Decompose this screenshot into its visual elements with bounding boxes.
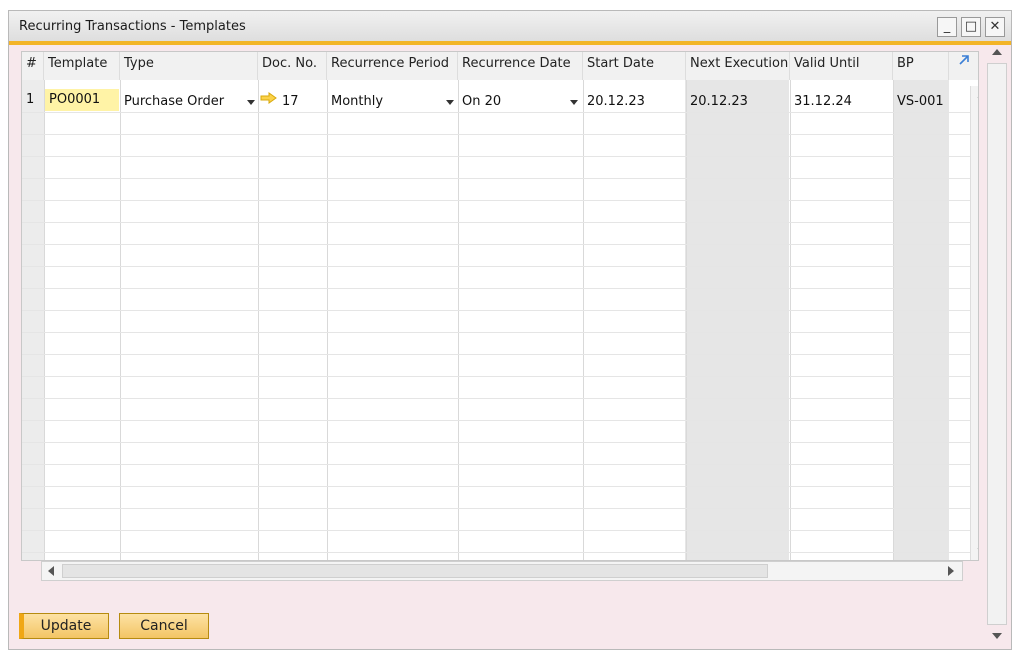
col-header-recurrence-period[interactable]: Recurrence Period — [327, 52, 458, 80]
grid-row-line — [22, 222, 978, 223]
horizontal-scrollbar[interactable] — [41, 561, 963, 581]
grid-row-line — [22, 244, 978, 245]
grid-row-line — [22, 156, 978, 157]
col-header-valid-until[interactable]: Valid Until — [790, 52, 893, 80]
minimize-button[interactable]: _ — [937, 17, 957, 37]
col-header-next-execution[interactable]: Next Execution — [686, 52, 790, 80]
next-execution-cell: 20.12.23 — [690, 94, 748, 109]
grid-row-line — [22, 376, 978, 377]
scroll-down-icon — [977, 548, 978, 550]
window-scroll-up-icon[interactable] — [992, 49, 1002, 55]
window-scroll-down-icon[interactable] — [992, 633, 1002, 639]
valid-until-cell[interactable]: 31.12.24 — [790, 91, 892, 113]
col-header-bp[interactable]: BP — [893, 52, 949, 80]
col-header-start-date[interactable]: Start Date — [583, 52, 686, 80]
recurrence-date-cell[interactable]: On 20 — [458, 91, 570, 113]
grid-row-line — [22, 134, 978, 135]
bp-shaded-column — [893, 80, 949, 560]
col-header-template[interactable]: Template — [44, 52, 120, 80]
window-vertical-scrollbar[interactable] — [987, 45, 1007, 645]
grid-row-line — [22, 442, 978, 443]
grid-row-line — [22, 486, 978, 487]
grid-row-line — [22, 178, 978, 179]
scroll-right-icon[interactable] — [948, 566, 954, 576]
grid-row-line — [22, 420, 978, 421]
grid-vertical-scrollbar[interactable] — [970, 86, 978, 560]
recurrence-period-dropdown-arrow-icon[interactable] — [446, 100, 454, 105]
row-number: 1 — [26, 92, 35, 107]
window-scroll-track[interactable] — [987, 63, 1007, 625]
grid-row-line — [22, 552, 978, 553]
grid-row-line — [22, 398, 978, 399]
scroll-up-icon — [977, 96, 978, 98]
grid-row-line — [22, 200, 978, 201]
grid-row-line — [22, 530, 978, 531]
col-header-recurrence-date[interactable]: Recurrence Date — [458, 52, 583, 80]
update-button[interactable]: Update — [19, 613, 109, 639]
maximize-button[interactable]: □ — [961, 17, 981, 37]
template-cell[interactable]: PO0001 — [45, 89, 119, 111]
doc-no-cell[interactable]: 17 — [278, 91, 326, 113]
window-title: Recurring Transactions - Templates — [19, 19, 246, 34]
grid-row-line — [22, 266, 978, 267]
grid-row-line — [22, 508, 978, 509]
grid-row-line — [22, 310, 978, 311]
start-date-cell[interactable]: 20.12.23 — [583, 91, 685, 113]
row-number-column — [22, 80, 44, 560]
grid-row-line — [22, 354, 978, 355]
title-bar: Recurring Transactions - Templates _ □ ✕ — [9, 11, 1011, 45]
next-execution-shaded-column — [685, 80, 789, 560]
col-header-number[interactable]: # — [22, 52, 44, 80]
cancel-button[interactable]: Cancel — [119, 613, 209, 639]
close-button[interactable]: ✕ — [985, 17, 1005, 37]
grid-row-line — [22, 464, 978, 465]
type-dropdown-arrow-icon[interactable] — [247, 100, 255, 105]
expand-icon[interactable] — [949, 52, 978, 80]
col-header-type[interactable]: Type — [120, 52, 258, 80]
grid-row-line — [22, 288, 978, 289]
recurrence-period-cell[interactable]: Monthly — [327, 91, 445, 113]
bp-cell[interactable]: VS-001 — [893, 91, 947, 113]
col-header-doc-no[interactable]: Doc. No. — [258, 52, 327, 80]
grid-row-line — [22, 332, 978, 333]
recurring-transactions-window: Recurring Transactions - Templates _ □ ✕… — [8, 10, 1012, 650]
type-cell[interactable]: Purchase Order — [120, 91, 248, 113]
templates-grid: # Template Type Doc. No. Recurrence Peri… — [21, 51, 979, 561]
scroll-left-icon[interactable] — [48, 566, 54, 576]
link-arrow-icon[interactable] — [258, 91, 278, 113]
recurrence-date-dropdown-arrow-icon[interactable] — [570, 100, 578, 105]
horizontal-scroll-thumb[interactable] — [62, 564, 768, 578]
